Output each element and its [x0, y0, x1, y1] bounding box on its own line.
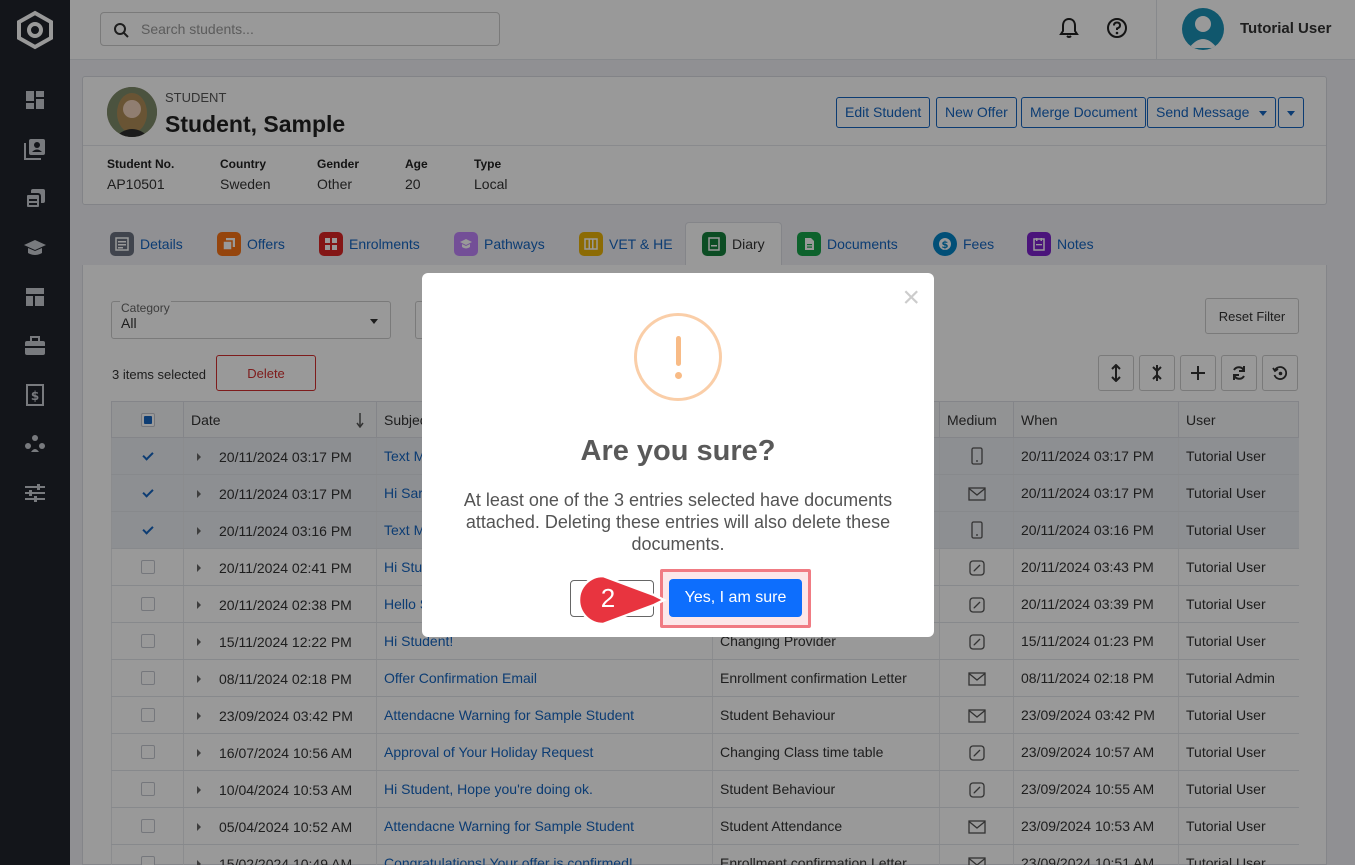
close-icon[interactable]: ×	[902, 283, 920, 313]
dialog-message: At least one of the 3 entries selected h…	[463, 490, 893, 554]
step-number: 2	[600, 583, 616, 613]
confirm-delete-button[interactable]: Yes, I am sure	[669, 579, 802, 617]
dialog-title: Are you sure?	[580, 435, 776, 467]
warning-icon	[634, 313, 722, 401]
